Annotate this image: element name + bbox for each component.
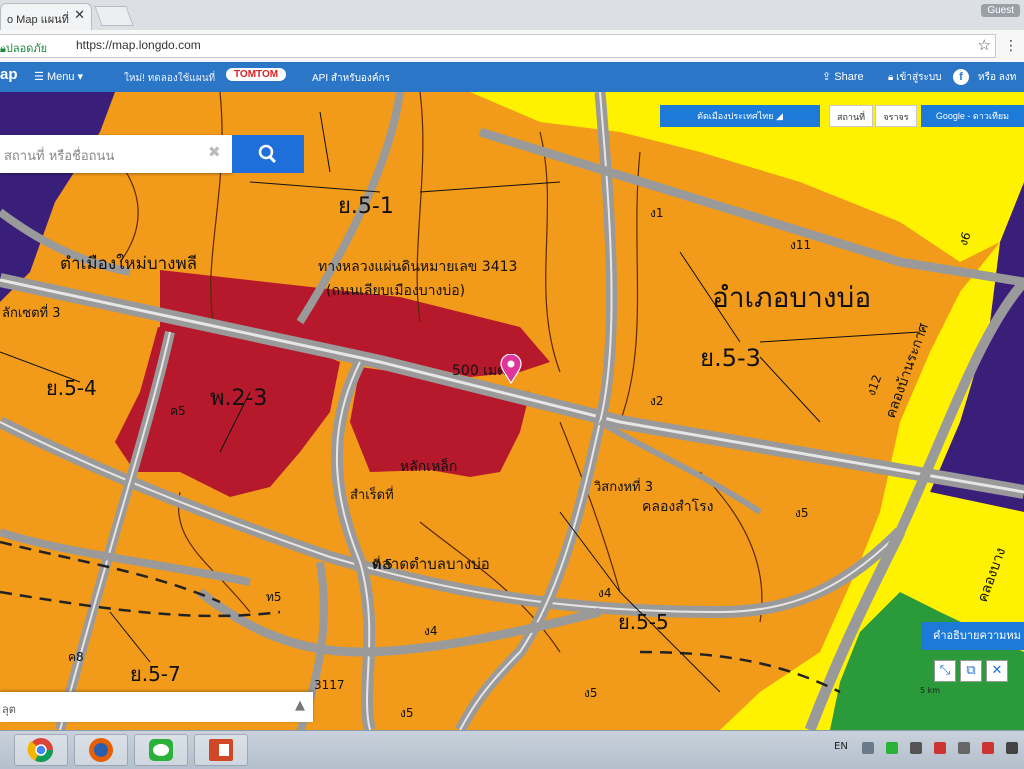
zone-label-y51: ย.5-1 — [338, 194, 394, 219]
layer-select[interactable]: ตัดเมืองประเทศไทย ◢ — [660, 105, 820, 127]
url-text: https://map.longdo.com — [76, 38, 201, 52]
search-box[interactable]: สถานที่ หรือชื่อถนน ✖ — [0, 135, 232, 173]
login-button[interactable]: 🔒︎ เข้าสู่ระบบ — [888, 70, 942, 85]
road-label: ง2 — [650, 394, 664, 408]
search-button[interactable] — [232, 135, 304, 173]
zone-label-y55: ย.5-5 — [618, 610, 669, 634]
zone-label-y57: ย.5-7 — [130, 662, 181, 686]
star-icon[interactable]: ☆ — [978, 36, 991, 54]
url-input[interactable]: 🔒︎ปลอดภัย https://map.longdo.com ☆ — [0, 34, 996, 58]
menu-button[interactable]: ☰ Menu ▾ — [34, 70, 83, 83]
hamburger-icon: ☰ — [34, 71, 44, 83]
promo-link[interactable]: ใหม่! ทดลองใช้แผนที่ — [124, 71, 215, 86]
road-label: 3117 — [314, 678, 345, 692]
legend-button[interactable]: คำอธิบายความหม — [921, 622, 1024, 650]
address-bar: 🔒︎ปลอดภัย https://map.longdo.com ☆ ⋮ — [0, 30, 1024, 63]
chevron-down-icon: ◢ — [775, 111, 783, 121]
road-label: สำเร็ดที่ — [350, 488, 394, 503]
road-label: ง4 — [598, 586, 612, 600]
bottom-panel-text: ลุต — [2, 703, 16, 716]
measure-icon[interactable]: ⤡ — [934, 660, 956, 682]
road-label: ที่ 5 — [372, 558, 393, 573]
search-input[interactable]: สถานที่ หรือชื่อถนน — [4, 145, 114, 166]
battery-icon[interactable] — [1006, 742, 1018, 754]
bottom-panel[interactable]: ลุต ▲ — [0, 692, 313, 722]
close-icon[interactable]: ✕ — [74, 8, 85, 23]
taskbar: EN — [0, 730, 1024, 769]
share-button[interactable]: ⇪ Share — [822, 70, 864, 83]
camera-icon[interactable] — [934, 742, 946, 754]
road-label: ง5 — [584, 686, 598, 700]
zone-label-y54: ย.5-4 — [46, 376, 97, 400]
language-indicator[interactable]: EN — [834, 741, 848, 752]
location-pin-icon[interactable] — [500, 354, 522, 384]
place-toggle[interactable]: สถานที่ — [829, 105, 873, 127]
road-label: ง5 — [400, 706, 414, 720]
profile-badge[interactable]: Guest — [981, 4, 1020, 17]
site-nav-bar: ap ☰ Menu ▾ ใหม่! ทดลองใช้แผนที่ TOMTOM … — [0, 62, 1024, 92]
secure-text: ปลอดภัย — [5, 43, 48, 55]
road-label: ค5 — [170, 404, 186, 418]
line-tray-icon[interactable] — [886, 742, 898, 754]
road-label: ค8 — [68, 650, 84, 664]
road-label: ท5 — [266, 590, 282, 604]
road-label: วิสกงหที่ 3 — [594, 480, 653, 495]
road-label: ลักเซตที่ 3 — [2, 306, 61, 321]
menu-label: Menu ▾ — [46, 71, 84, 83]
chrome-icon[interactable] — [14, 734, 68, 766]
browser-tab[interactable]: o Map แผนที่ ✕ — [0, 3, 92, 30]
road-label: ง4 — [424, 624, 438, 638]
layer-select-label: ตัดเมืองประเทศไทย — [697, 111, 774, 121]
tomtom-badge[interactable]: TOMTOM — [226, 68, 287, 81]
firefox-glyph — [89, 738, 113, 762]
municipality-label: ตำเมืองใหม่บางพลี — [60, 254, 198, 274]
secure-label: 🔒︎ปลอดภัย — [0, 39, 47, 57]
tray-icon[interactable] — [862, 742, 874, 754]
powerpoint-icon[interactable] — [194, 734, 248, 766]
tab-title: o Map แผนที่ — [7, 14, 69, 26]
site-logo[interactable]: ap — [0, 66, 18, 83]
road-label: ง11 — [790, 238, 812, 252]
alert-icon[interactable] — [982, 742, 994, 754]
signup-link[interactable]: หรือ ลงท — [978, 70, 1016, 85]
zone-label-p23: พ.2-3 — [210, 386, 268, 411]
network-icon[interactable] — [958, 742, 970, 754]
login-label: เข้าสู่ระบบ — [896, 72, 942, 83]
road-label: ง5 — [795, 506, 809, 520]
zoning-map[interactable] — [0, 92, 1024, 730]
lock-icon: 🔒︎ — [888, 72, 894, 83]
road-label: ง1 — [650, 206, 664, 220]
share-icon: ⇪ — [822, 71, 832, 83]
new-tab-button[interactable] — [94, 6, 134, 26]
pin-shape — [500, 354, 522, 384]
powerpoint-glyph — [209, 739, 233, 761]
close-icon[interactable]: ✕ — [986, 660, 1008, 682]
share-label: Share — [834, 71, 864, 83]
search-icon — [258, 144, 277, 164]
district-label: อำเภอบางบ่อ — [712, 281, 872, 314]
road-label: หลักเหล็ก — [400, 459, 458, 475]
line-glyph — [149, 739, 173, 761]
highway-sublabel: (ถนนเลียบเมืองบางบ่อ) — [326, 283, 466, 299]
basemap-select[interactable]: Google - ดาวเทียม — [921, 105, 1024, 127]
chevron-up-icon[interactable]: ▲ — [295, 698, 305, 713]
browser-menu-icon[interactable]: ⋮ — [1004, 38, 1018, 54]
line-app-icon[interactable] — [134, 734, 188, 766]
traffic-toggle[interactable]: จราจร — [875, 105, 917, 127]
scale-label: 5 km — [920, 686, 941, 695]
firefox-icon[interactable] — [74, 734, 128, 766]
canal-label: คลองสำโรง — [642, 499, 714, 515]
map-view[interactable]: ย.5-1 ย.5-3 ย.5-4 ย.5-5 ย.5-7 พ.2-3 อำเภ… — [0, 92, 1024, 730]
chrome-glyph — [27, 738, 54, 763]
copy-icon[interactable]: ⧉ — [960, 660, 982, 682]
api-link[interactable]: API สำหรับองค์กร — [312, 71, 390, 86]
facebook-icon[interactable]: f — [953, 69, 969, 85]
highway-label: ทางหลวงแผ่นดินหมายเลข 3413 — [318, 259, 518, 275]
browser-tab-bar: o Map แผนที่ ✕ Guest — [0, 0, 1024, 30]
speaker-icon[interactable] — [910, 742, 922, 754]
zone-label-y53: ย.5-3 — [700, 344, 761, 372]
clear-icon[interactable]: ✖ — [208, 143, 221, 161]
